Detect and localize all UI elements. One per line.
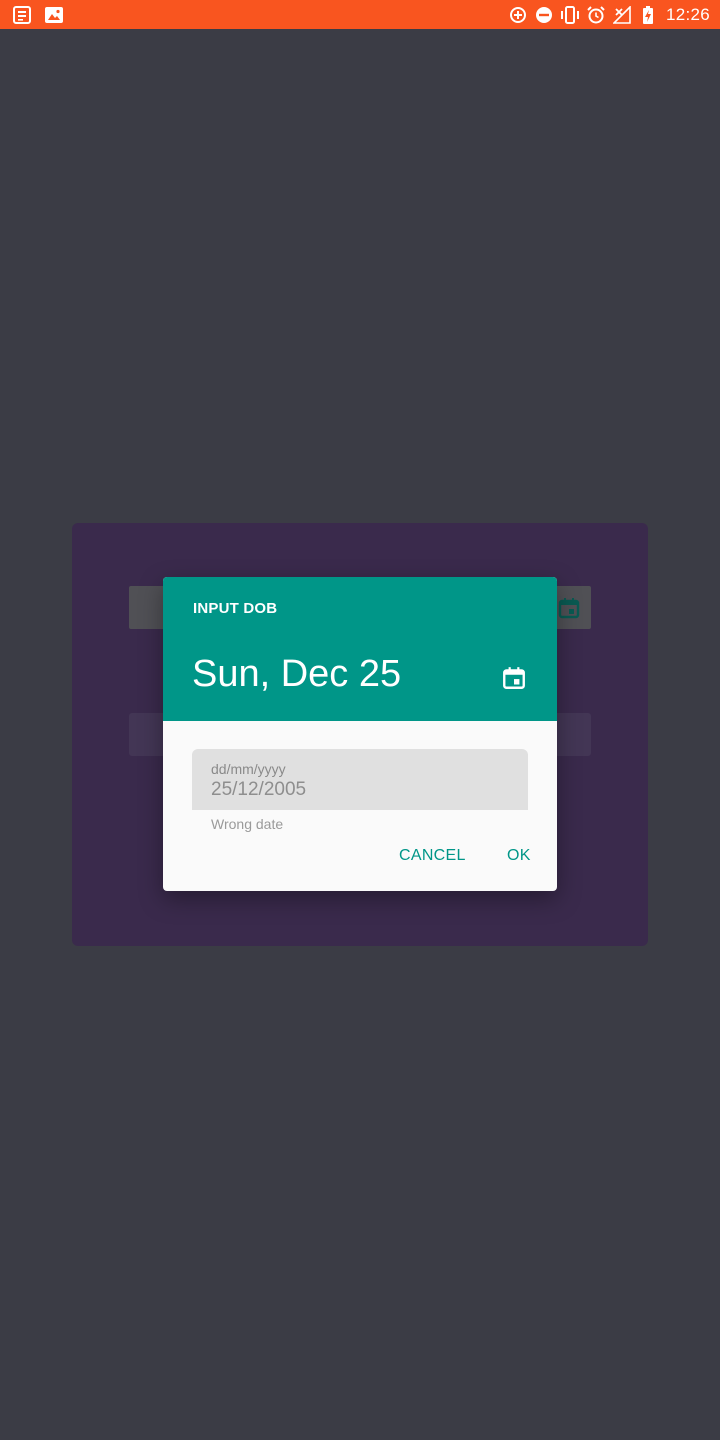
status-right-icons: 12:26: [502, 5, 710, 25]
calendar-mode-icon[interactable]: [501, 665, 527, 691]
dialog-actions: CANCEL OK: [163, 843, 557, 873]
date-input-field[interactable]: dd/mm/yyyy: [192, 749, 528, 810]
cancel-button[interactable]: CANCEL: [399, 847, 466, 865]
dialog-header: INPUT DOB Sun, Dec 25: [163, 577, 557, 721]
status-bar: 12:26: [0, 0, 720, 29]
date-error-text: Wrong date: [211, 816, 284, 832]
image-icon: [44, 5, 64, 25]
alarm-icon: [586, 5, 606, 25]
date-picker-dialog: INPUT DOB Sun, Dec 25 dd/mm/yyyy Wrong d…: [163, 577, 557, 891]
vibrate-icon: [560, 5, 580, 25]
do-not-disturb-icon: [534, 5, 554, 25]
date-input[interactable]: [211, 779, 511, 801]
status-left-icons: [12, 5, 76, 25]
date-input-label: dd/mm/yyyy: [211, 761, 286, 777]
calendar-icon: [557, 596, 581, 620]
ok-button[interactable]: OK: [507, 847, 531, 865]
status-time: 12:26: [665, 4, 710, 24]
selected-date: Sun, Dec 25: [192, 653, 402, 695]
no-signal-icon: [612, 5, 632, 25]
news-icon: [12, 5, 32, 25]
battery-charging-icon: [638, 5, 658, 25]
dialog-title: INPUT DOB: [193, 600, 278, 617]
data-saver-icon: [508, 5, 528, 25]
